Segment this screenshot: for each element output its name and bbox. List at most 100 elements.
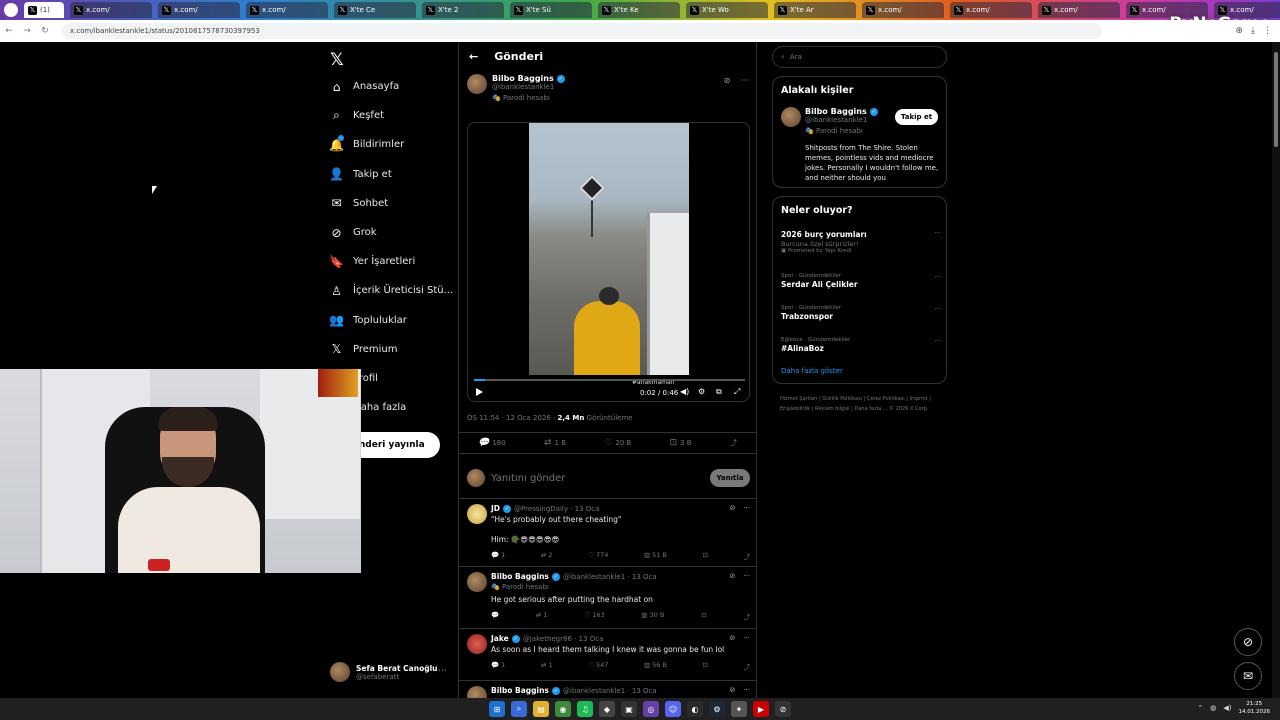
bookmark-icon[interactable]: ⊡ [703,661,708,671]
relevant-avatar[interactable] [781,107,801,127]
folder-icon[interactable]: ▤ [533,701,549,717]
sidebar-item-topluluklar[interactable]: 👥 Topluluklar [329,313,407,327]
start-icon[interactable]: ⊞ [489,701,505,717]
views-icon[interactable]: ▥ 51 B [644,551,667,561]
reply-author[interactable]: Bilbo Baggins [491,572,549,581]
share-icon[interactable]: ⤴ [730,438,737,448]
sidebar-item-yer-i-şaretleri[interactable]: 🔖 Yer İşaretleri [329,255,415,269]
reply-icon[interactable]: 💬 [491,611,499,621]
heart-icon[interactable]: ♡ 547 [588,661,608,671]
bookmark-icon[interactable]: ⊡ [703,551,708,561]
more-options-icon[interactable]: ··· [743,572,750,580]
browser-tab[interactable]: 𝕏 X'te Wo [686,2,768,18]
heart-icon[interactable]: ♡ 163 [584,611,604,621]
reply-item[interactable]: Jake ✓ @Jakethegr86 · 13 Oca ⊘ ··· As soon as… [467,634,750,682]
x-logo[interactable]: 𝕏 [330,50,344,70]
grok-fab-icon[interactable]: ⊘ [1234,628,1262,656]
bookmark-icon[interactable]: ⊡ [701,611,706,621]
volume-tray-icon[interactable]: ◀) [1223,704,1231,712]
messages-fab-icon[interactable]: ✉ [1234,662,1262,690]
trend-item[interactable]: 2026 burç yorumları Burcuna özel sürprizl… [781,229,941,254]
spotify-icon[interactable]: ♫ [577,701,593,717]
sidebar-item-grok[interactable]: ⊘ Grok [330,226,376,240]
trend-more-icon[interactable]: ··· [934,229,941,237]
author-handle[interactable]: @ibanklestankle1 [492,83,565,91]
back-icon[interactable]: ← [0,26,18,36]
more-options-icon[interactable]: ··· [740,76,748,85]
trend-item[interactable]: Eğlence · Gündemdekiler #AlinaBoz ··· [781,337,941,353]
download-icon[interactable]: ⤓ [1251,26,1255,36]
show-more-link[interactable]: Daha fazla göster [781,367,843,375]
youtube-icon[interactable]: ▶ [753,701,769,717]
back-arrow-icon[interactable]: ← [469,50,478,63]
reply-item[interactable]: Bilbo Baggins ✓ @ibanklestankle1 · 13 Oca ⊘… [467,686,750,706]
reply-button[interactable]: Yanıtla [710,469,750,487]
url-input[interactable]: x.com/ibanklestankle1/status/20108175787… [62,23,1102,39]
repost-stat[interactable]: ⇄ 1 B [544,438,566,448]
play-icon[interactable] [476,388,483,396]
app3-icon[interactable]: ◐ [687,701,703,717]
browser-tab[interactable]: 𝕏x.com/ [1038,2,1120,18]
network-icon[interactable]: ◍ [1210,704,1216,712]
reply-author[interactable]: Bilbo Baggins [491,686,549,695]
bookmark-stat[interactable]: ⊡ 3 B [670,438,692,448]
sidebar-item-anasayfa[interactable]: ⌂ Anasayfa [330,80,400,94]
grok-taskbar-icon[interactable]: ⊘ [775,701,791,717]
clock[interactable]: 21:25 14.01.2026 [1239,700,1271,716]
browser-tab[interactable]: 𝕏 (1) [24,2,64,18]
trend-more-icon[interactable]: ··· [934,337,941,345]
repost-icon[interactable]: ⇄ 1 [536,611,548,621]
reply-avatar[interactable] [467,634,487,654]
reply-item[interactable]: Bilbo Baggins ✓ @ibanklestankle1 · 13 Oca ⊘… [467,572,750,630]
account-switcher[interactable]: Sefa Berat Canoğlu @sefaberatt [330,662,438,682]
forward-icon[interactable]: → [18,26,36,36]
reply-avatar[interactable] [467,572,487,592]
chrome-icon[interactable]: ◉ [555,701,571,717]
share-icon[interactable]: ⤴ [743,611,750,621]
reply-avatar[interactable] [467,504,487,524]
follow-button[interactable]: Takip et [895,109,938,125]
share-icon[interactable]: ⤴ [744,551,751,561]
sidebar-item-i-çerik-üreticisi-stü[interactable]: ♙ İçerik Üreticisi Stü... [330,284,453,298]
extensions-icon[interactable]: ⊕ [1235,26,1243,36]
reply-input[interactable]: Yanıtını gönder [491,473,565,484]
share-icon[interactable]: ⤴ [744,661,751,671]
account-more-icon[interactable]: ··· [438,666,447,676]
grok-icon[interactable]: ⊘ [729,504,735,512]
browser-logo-icon[interactable] [4,3,18,17]
page-scrollbar[interactable] [1272,42,1280,698]
relevant-name[interactable]: Bilbo Baggins [805,107,867,116]
reply-author[interactable]: Jake [491,634,509,643]
search-input[interactable]: ⌕ Ara [772,46,947,68]
author-name[interactable]: Bilbo Baggins [492,74,554,83]
browser-tab[interactable]: 𝕏 X'te 2 [422,2,504,18]
footer-links[interactable]: Hizmet Şartları | Gizlilik Politikası | … [780,394,940,414]
more-options-icon[interactable]: ··· [743,634,750,642]
sidebar-item-sohbet[interactable]: ✉ Sohbet [330,196,388,210]
browser-tab[interactable]: 𝕏 X'te Sü [510,2,592,18]
grok-icon[interactable]: ⊘ [729,634,735,642]
steam-icon[interactable]: ⚙ [709,701,725,717]
reply-author[interactable]: JD [491,504,500,513]
reload-icon[interactable]: ↻ [36,26,54,36]
trend-more-icon[interactable]: ··· [934,273,941,281]
views-icon[interactable]: ▥ 56 B [644,661,667,671]
pip-icon[interactable]: ⧉ [716,387,722,397]
reply-icon[interactable]: 💬 1 [491,551,505,561]
trend-more-icon[interactable]: ··· [934,305,941,313]
sidebar-item-bildirimler[interactable]: 🔔 Bildirimler [329,135,404,152]
grok-icon[interactable]: ⊘ [729,572,735,580]
tray-chevron-icon[interactable]: ⌃ [1197,704,1203,712]
more-options-icon[interactable]: ··· [743,686,750,694]
menu-icon[interactable]: ⋮ [1263,26,1272,36]
fullscreen-icon[interactable]: ⤢ [734,387,740,397]
trend-item[interactable]: Spor · Gündemdekiler Trabzonspor ··· [781,305,941,321]
reply-icon[interactable]: 💬 1 [491,661,505,671]
video-player[interactable]: #anakmamah 0:02 / 0:46 ◀) ⚙ ⧉ ⤢ [467,122,750,402]
app-icon[interactable]: ◆ [599,701,615,717]
repost-icon[interactable]: ⇄ 1 [541,661,553,671]
browser-tab[interactable]: 𝕏 X'te Ar [774,2,856,18]
app4-icon[interactable]: ✦ [731,701,747,717]
browser-tab[interactable]: 𝕏 X'te Ke [598,2,680,18]
more-options-icon[interactable]: ··· [743,504,750,512]
